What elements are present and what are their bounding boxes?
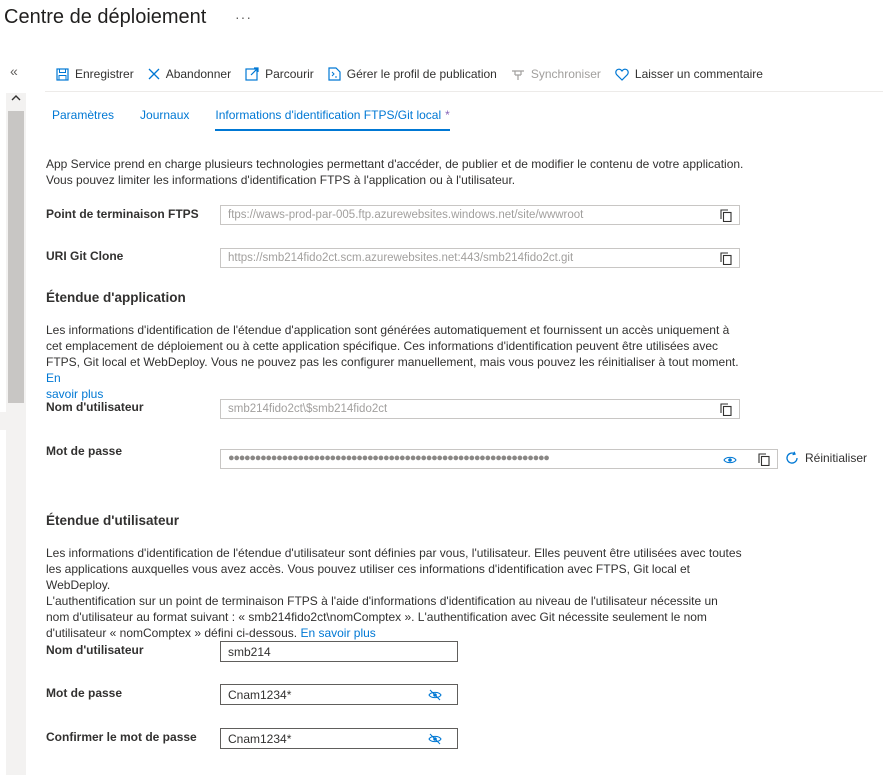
feedback-label: Laisser un commentaire: [634, 67, 763, 81]
confirm-password-label: Confirmer le mot de passe: [46, 730, 197, 744]
git-clone-label: URI Git Clone: [46, 249, 124, 263]
copy-icon[interactable]: [758, 453, 770, 469]
page-title: Centre de déploiement: [4, 6, 207, 28]
tab-list: Paramètres Journaux Informations d'ident…: [52, 108, 476, 132]
app-username-label: Nom d'utilisateur: [46, 400, 144, 414]
description-line: Les informations d'identification de l'é…: [46, 546, 742, 560]
sync-label: Synchroniser: [530, 67, 601, 81]
learn-more-link[interactable]: En savoir plus: [300, 626, 375, 640]
heart-icon: [615, 68, 629, 81]
tab-settings-label: Paramètres: [52, 108, 115, 122]
unsaved-indicator: *: [445, 108, 450, 122]
tab-logs-label: Journaux: [140, 108, 190, 122]
sync-icon: [511, 69, 524, 80]
user-username-label: Nom d'utilisateur: [46, 643, 144, 657]
app-password-mask: ●●●●●●●●●●●●●●●●●●●●●●●●●●●●●●●●●●●●●●●●…: [228, 452, 550, 464]
user-password-field[interactable]: [220, 684, 458, 705]
ftps-endpoint-field[interactable]: ftps://waws-prod-par-005.ftp.azurewebsit…: [220, 205, 740, 225]
user-scope-heading: Étendue d'utilisateur: [46, 513, 179, 528]
eye-icon[interactable]: [723, 454, 737, 468]
reset-button[interactable]: Réinitialiser: [785, 451, 867, 465]
toolbar-divider: [45, 91, 883, 92]
user-password-label: Mot de passe: [46, 686, 123, 700]
description-line: d'utilisateur « nomComptex » défini ci-d…: [46, 626, 298, 640]
tab-settings[interactable]: Paramètres: [52, 108, 114, 132]
command-bar: Enregistrer Abandonner Parcourir Gérer l…: [56, 65, 777, 83]
ftps-endpoint-label: Point de terminaison FTPS: [46, 207, 199, 221]
username-input[interactable]: [228, 644, 418, 659]
learn-more-link[interactable]: En: [46, 371, 61, 385]
browse-button[interactable]: Parcourir: [245, 67, 314, 81]
eye-hide-icon[interactable]: [428, 733, 442, 748]
collapse-menu-button[interactable]: «: [10, 63, 18, 79]
save-icon: [56, 67, 69, 81]
tab-logs[interactable]: Journaux: [140, 108, 189, 132]
tab-ftps-credentials[interactable]: Informations d'identification FTPS/Git l…: [215, 108, 450, 132]
open-external-icon: [245, 67, 259, 81]
description-line: Les informations d'identification de l'é…: [46, 323, 730, 337]
app-username-value: smb214fido2ct\$smb214fido2ct: [228, 403, 388, 415]
scroll-up-icon[interactable]: [11, 93, 21, 105]
description-line: cet emplacement de déploiement ou à cett…: [46, 339, 719, 353]
vertical-scrollbar[interactable]: [6, 93, 26, 775]
app-password-field[interactable]: ●●●●●●●●●●●●●●●●●●●●●●●●●●●●●●●●●●●●●●●●…: [220, 449, 778, 469]
description-line: nom d'utilisateur au format suivant : « …: [46, 610, 707, 624]
scrollbar-thumb[interactable]: [8, 111, 24, 403]
close-icon: [148, 68, 160, 80]
user-scope-description: Les informations d'identification de l'é…: [46, 545, 746, 641]
confirm-password-field[interactable]: [220, 728, 458, 749]
tab-ftps-credentials-label: Informations d'identification FTPS/Git l…: [215, 108, 442, 122]
app-scope-description: Les informations d'identification de l'é…: [46, 322, 746, 402]
description-line: L'authentification sur un point de termi…: [46, 594, 718, 608]
user-username-field[interactable]: [220, 641, 458, 662]
discard-button[interactable]: Abandonner: [148, 67, 231, 81]
copy-icon[interactable]: [720, 403, 732, 419]
git-clone-field[interactable]: https://smb214fido2ct.scm.azurewebsites.…: [220, 248, 740, 268]
copy-icon[interactable]: [720, 209, 732, 225]
save-button[interactable]: Enregistrer: [56, 67, 134, 81]
more-options-button[interactable]: ···: [235, 9, 252, 25]
description-line: FTPS, Git local et WebDeploy. Vous ne po…: [46, 355, 739, 369]
app-username-field[interactable]: smb214fido2ct\$smb214fido2ct: [220, 399, 740, 419]
confirm-password-input[interactable]: [228, 731, 418, 746]
app-password-label: Mot de passe: [46, 444, 123, 458]
active-tab-underline: [215, 129, 450, 131]
feedback-button[interactable]: Laisser un commentaire: [615, 67, 763, 81]
copy-icon[interactable]: [720, 252, 732, 268]
intro-text: App Service prend en charge plusieurs te…: [46, 156, 746, 188]
git-clone-value: https://smb214fido2ct.scm.azurewebsites.…: [228, 252, 574, 264]
browse-label: Parcourir: [265, 67, 314, 81]
eye-hide-icon[interactable]: [428, 689, 442, 704]
app-scope-heading: Étendue d'application: [46, 290, 186, 305]
publish-profile-label: Gérer le profil de publication: [346, 67, 497, 81]
reset-label: Réinitialiser: [805, 451, 868, 465]
intro-line: Vous pouvez limiter les informations d'i…: [46, 173, 516, 187]
discard-label: Abandonner: [165, 67, 232, 81]
intro-line: App Service prend en charge plusieurs te…: [46, 157, 744, 171]
ftps-endpoint-value: ftps://waws-prod-par-005.ftp.azurewebsit…: [228, 209, 584, 221]
publish-profile-button[interactable]: Gérer le profil de publication: [328, 67, 497, 81]
sync-button[interactable]: Synchroniser: [511, 67, 601, 81]
password-input[interactable]: [228, 687, 418, 702]
description-line: les applications auxquelles vous avez ac…: [46, 562, 690, 592]
refresh-icon: [786, 451, 798, 464]
learn-more-link[interactable]: savoir plus: [46, 387, 103, 401]
save-label: Enregistrer: [75, 67, 134, 81]
publish-profile-icon: [328, 67, 341, 81]
